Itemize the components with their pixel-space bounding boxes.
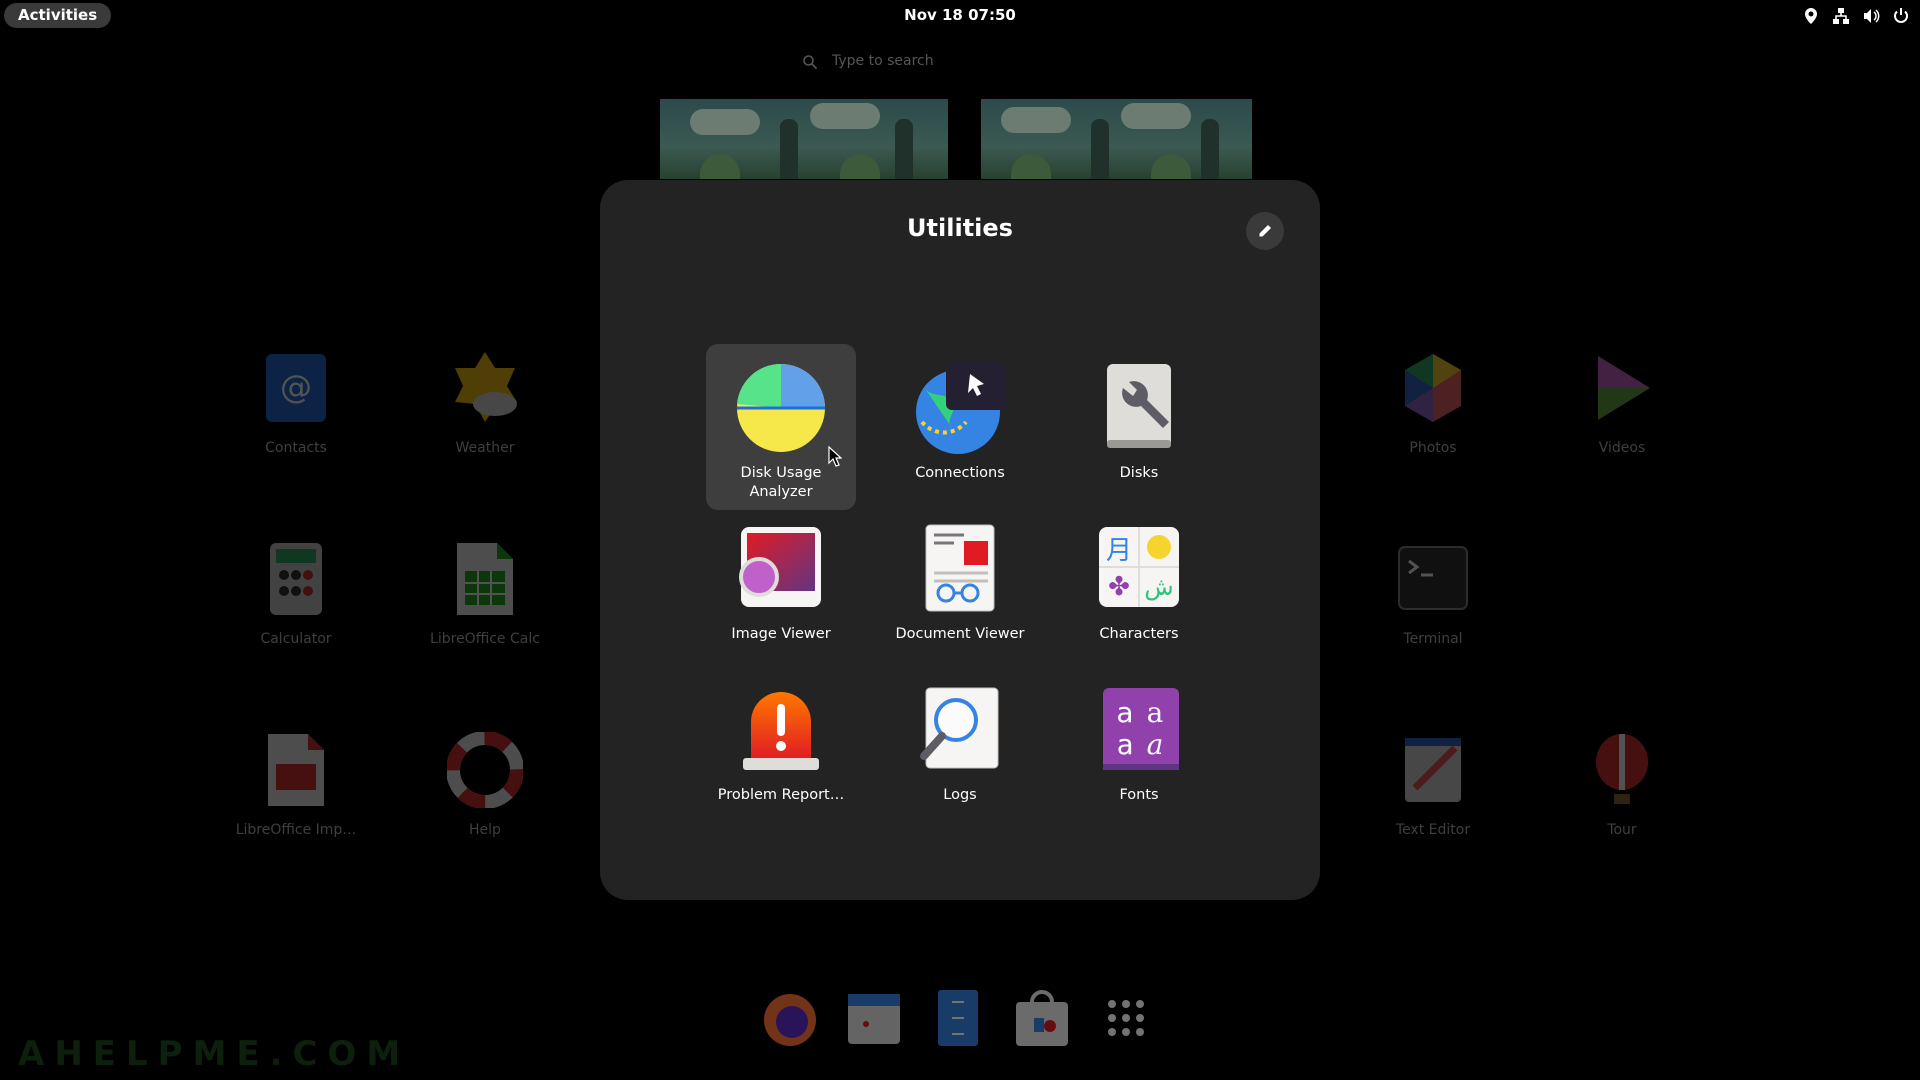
app-characters[interactable]: 月 ✤ ش Characters	[1064, 505, 1214, 671]
app-libreoffice-impress[interactable]: LibreOffice Imp…	[221, 732, 371, 838]
disk-usage-analyzer-icon	[733, 360, 829, 456]
search-placeholder: Type to search	[832, 53, 934, 69]
svg-text:a: a	[1147, 696, 1164, 729]
svg-text:a: a	[1116, 696, 1133, 729]
app-label: Characters	[1099, 626, 1179, 642]
fonts-icon: aaaa	[1091, 682, 1187, 778]
image-viewer-icon	[733, 521, 829, 617]
characters-icon: 月 ✤ ش	[1091, 521, 1187, 617]
rename-folder-button[interactable]	[1246, 212, 1284, 250]
pencil-icon	[1257, 223, 1273, 243]
show-apps-icon	[1096, 1000, 1156, 1052]
svg-text:月: 月	[1106, 536, 1132, 566]
workspace-thumbnail-1[interactable]	[660, 99, 948, 179]
document-viewer-icon	[912, 521, 1008, 617]
app-problem-reporting[interactable]: Problem Report…	[706, 666, 856, 832]
svg-text:ش: ش	[1144, 573, 1173, 601]
top-bar: Activities Nov 18 07:50	[0, 0, 1920, 31]
app-label: Disks	[1119, 465, 1159, 481]
problem-reporting-icon	[733, 682, 829, 778]
system-tray[interactable]	[1802, 6, 1910, 26]
weather-icon	[447, 350, 523, 426]
text-editor-icon	[1395, 732, 1471, 808]
app-label: Image Viewer	[731, 626, 831, 642]
libreoffice-impress-icon	[258, 732, 334, 808]
mouse-pointer-icon	[828, 445, 843, 472]
app-contacts[interactable]: @ Contacts	[221, 350, 371, 456]
workspace-thumbnail-2[interactable]	[981, 99, 1252, 179]
app-label: Problem Report…	[717, 787, 845, 803]
app-calculator[interactable]: Calculator	[221, 541, 371, 647]
app-videos[interactable]: Videos	[1547, 350, 1697, 456]
clock[interactable]: Nov 18 07:50	[0, 0, 1920, 31]
utilities-folder-popup: Utilities Disk Usage Analyzer Connection…	[600, 180, 1320, 900]
app-help[interactable]: Help	[410, 731, 560, 838]
app-document-viewer[interactable]: Document Viewer	[885, 505, 1035, 671]
dash-calendar[interactable]	[844, 988, 904, 1048]
dash-show-apps[interactable]	[1096, 988, 1156, 1048]
dash-software[interactable]	[1012, 988, 1072, 1048]
search-input[interactable]: Type to search	[800, 50, 1120, 76]
app-disks[interactable]: Disks	[1064, 344, 1214, 510]
terminal-icon	[1395, 541, 1471, 617]
location-icon[interactable]	[1802, 7, 1820, 25]
photos-icon	[1395, 350, 1471, 426]
app-disk-usage-analyzer[interactable]: Disk Usage Analyzer	[706, 344, 856, 510]
app-text-editor[interactable]: Text Editor	[1358, 732, 1508, 838]
software-icon	[1012, 990, 1072, 1052]
app-weather[interactable]: Weather	[410, 350, 560, 456]
connections-icon	[912, 360, 1008, 456]
svg-text:a: a	[1147, 728, 1164, 761]
calendar-icon	[844, 994, 904, 1052]
watermark: AHELPME.COM	[18, 1034, 411, 1074]
search-icon	[802, 54, 818, 74]
dash	[760, 980, 1160, 1060]
logs-icon	[912, 682, 1008, 778]
files-icon	[928, 990, 988, 1052]
app-label: Document Viewer	[895, 626, 1025, 642]
app-terminal[interactable]: Terminal	[1358, 541, 1508, 647]
app-tour[interactable]: Tour	[1547, 732, 1697, 838]
libreoffice-calc-icon	[447, 541, 523, 617]
app-label: Fonts	[1119, 787, 1159, 803]
disks-icon	[1091, 360, 1187, 456]
svg-text:@: @	[280, 368, 312, 406]
contacts-icon: @	[258, 350, 334, 426]
help-icon	[446, 731, 524, 809]
svg-text:✤: ✤	[1108, 572, 1130, 602]
tour-icon	[1584, 732, 1660, 808]
network-icon[interactable]	[1832, 7, 1850, 25]
app-label: Connections	[915, 465, 1005, 481]
app-label: Logs	[943, 787, 977, 803]
folder-title[interactable]: Utilities	[600, 214, 1320, 242]
app-libreoffice-calc[interactable]: LibreOffice Calc	[410, 541, 560, 647]
power-icon[interactable]	[1892, 7, 1910, 25]
svg-text:a: a	[1117, 728, 1134, 761]
app-connections[interactable]: Connections	[885, 344, 1035, 510]
app-image-viewer[interactable]: Image Viewer	[706, 505, 856, 671]
app-logs[interactable]: Logs	[885, 666, 1035, 832]
app-fonts[interactable]: aaaa Fonts	[1064, 666, 1214, 832]
firefox-icon	[760, 994, 820, 1052]
dash-firefox[interactable]	[760, 988, 820, 1048]
videos-icon	[1584, 350, 1660, 426]
app-photos[interactable]: Photos	[1358, 350, 1508, 456]
volume-icon[interactable]	[1862, 7, 1880, 25]
calculator-icon	[258, 541, 334, 617]
dash-files[interactable]	[928, 988, 988, 1048]
